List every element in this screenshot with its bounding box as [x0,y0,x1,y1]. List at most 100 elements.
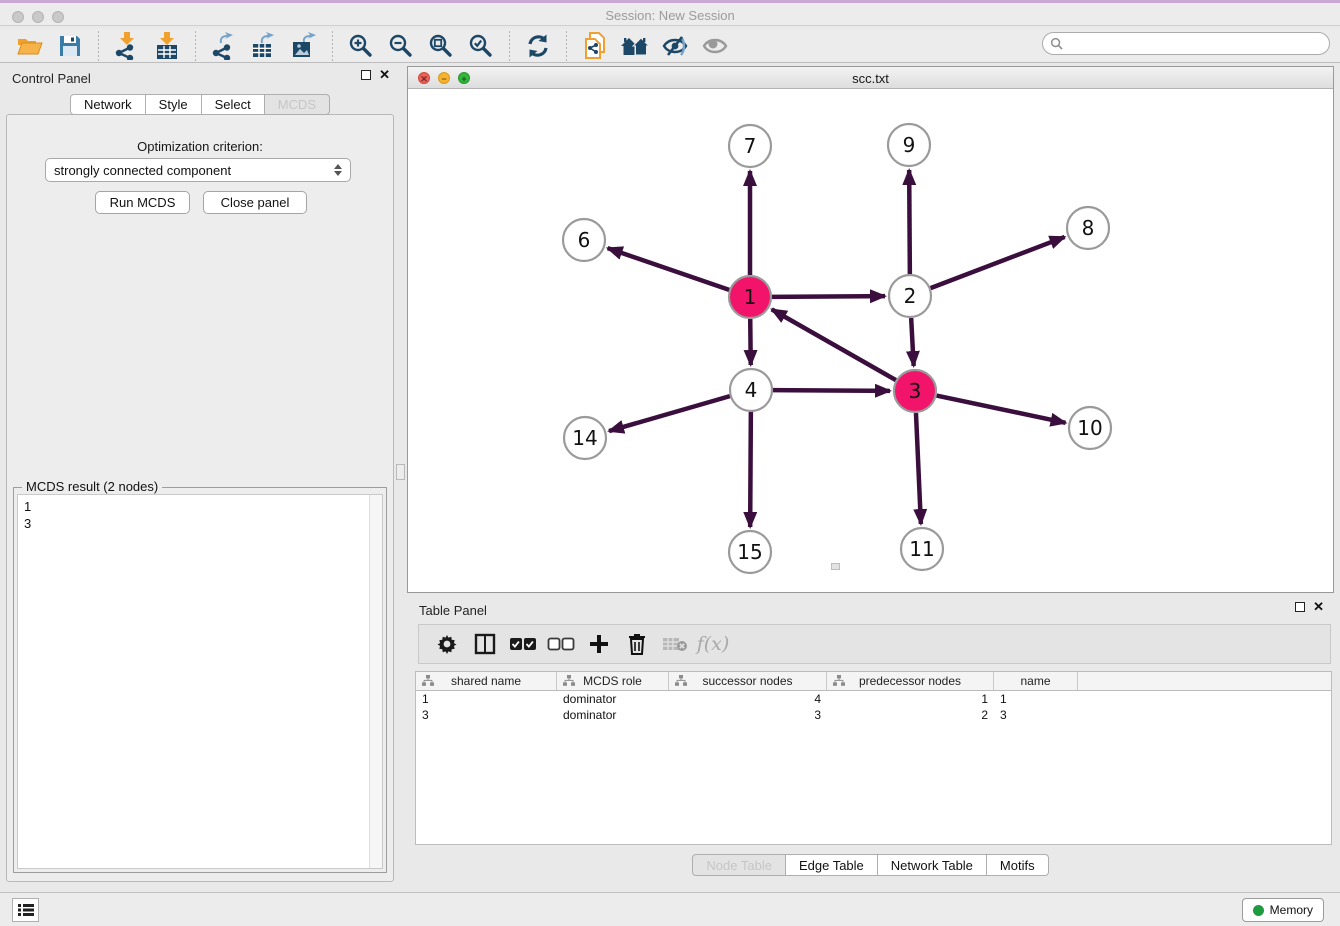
main-toolbar [0,29,1340,63]
hierarchy-icon [422,675,434,686]
table-cell[interactable]: dominator [557,691,669,707]
graph-edge-1-6[interactable] [608,248,730,290]
export-table-icon[interactable] [249,31,279,61]
import-network-icon[interactable] [112,31,142,61]
table-cell[interactable]: 1 [416,691,557,707]
table-tabs: Node Table Edge Table Network Table Moti… [407,854,1334,876]
gear-icon[interactable] [431,629,463,659]
select-all-checkboxes-icon[interactable] [507,629,539,659]
column-header-mcds-role[interactable]: MCDS role [557,672,669,690]
graph-edge-4-15[interactable] [750,412,751,527]
toolbar-separator [509,31,510,61]
column-header-shared-name[interactable]: shared name [416,672,557,690]
optimization-criterion-dropdown[interactable]: strongly connected component [45,158,351,182]
search-field[interactable] [1042,32,1330,55]
tab-network-table[interactable]: Network Table [878,854,987,876]
graph-node-label-15: 15 [737,540,762,564]
refresh-layout-icon[interactable] [523,31,553,61]
dropdown-stepper-icon [334,164,342,176]
column-header-predecessor-nodes[interactable]: predecessor nodes [827,672,994,690]
export-network-icon[interactable] [209,31,239,61]
column-header-name[interactable]: name [994,672,1078,690]
table-body[interactable]: 1dominator4113dominator323 [416,691,1331,723]
graph-edge-3-10[interactable] [937,396,1066,423]
open-session-icon[interactable] [15,31,45,61]
table-cell[interactable]: 3 [416,707,557,723]
task-list-icon [18,903,34,917]
graph-edge-3-1[interactable] [772,309,896,380]
graph-edge-2-8[interactable] [931,237,1065,288]
network-window-titlebar[interactable]: ✕ − + scc.txt [408,67,1333,89]
network-canvas[interactable]: 7968124314101511 [408,89,1333,592]
window-title: Session: New Session [0,8,1340,23]
zoom-out-icon[interactable] [386,31,416,61]
table-panel-close-icon[interactable]: ✕ [1313,602,1324,612]
control-panel-close-icon[interactable]: ✕ [379,70,390,80]
network-graph[interactable]: 7968124314101511 [408,89,1333,592]
mcds-result-box: MCDS result (2 nodes) 13 [13,487,387,873]
hierarchy-icon [833,675,845,686]
network-resize-grip[interactable] [831,563,840,570]
table-cell[interactable]: 3 [669,707,827,723]
show-graphics-details-icon[interactable] [700,31,730,61]
search-input[interactable] [1068,37,1318,51]
tab-select[interactable]: Select [202,94,265,115]
close-panel-button[interactable]: Close panel [203,191,307,214]
table-panel-float-icon[interactable] [1295,602,1305,612]
mcds-result-text[interactable]: 13 [17,494,383,869]
tab-motifs[interactable]: Motifs [987,854,1049,876]
graph-node-label-11: 11 [909,537,934,561]
table-cell[interactable]: 4 [669,691,827,707]
graph-edge-2-3[interactable] [911,318,914,366]
table-row[interactable]: 3dominator323 [416,707,1331,723]
graph-node-label-7: 7 [744,134,757,158]
control-panel-float-icon[interactable] [361,70,371,80]
save-session-icon[interactable] [55,31,85,61]
tab-network[interactable]: Network [70,94,146,115]
result-scrollbar[interactable] [369,495,382,868]
table-panel-title: Table Panel [419,603,487,618]
run-mcds-button[interactable]: Run MCDS [95,191,190,214]
graph-edge-3-11[interactable] [916,413,921,524]
memory-button[interactable]: Memory [1242,898,1324,922]
tab-style[interactable]: Style [146,94,202,115]
graph-node-label-8: 8 [1082,216,1095,240]
dropdown-selected-value: strongly connected component [54,163,334,178]
home-icon[interactable] [620,31,650,61]
node-table[interactable]: shared name MCDS role successor nodes pr… [415,671,1332,845]
status-bar: Memory [0,892,1340,926]
graph-edge-2-9[interactable] [909,170,910,274]
new-network-from-file-icon[interactable] [580,31,610,61]
import-table-icon[interactable] [152,31,182,61]
table-row[interactable]: 1dominator411 [416,691,1331,707]
graph-node-label-14: 14 [572,426,597,450]
add-row-icon[interactable] [583,629,615,659]
table-cell[interactable]: 3 [994,707,1078,723]
delete-row-icon[interactable] [621,629,653,659]
hide-graphics-details-icon[interactable] [660,31,690,61]
delete-table-icon[interactable] [659,629,691,659]
graph-edge-4-14[interactable] [609,396,730,431]
table-cell[interactable]: 2 [827,707,994,723]
panel-divider-handle[interactable] [396,464,405,480]
zoom-fit-icon[interactable] [426,31,456,61]
column-header-successor-nodes[interactable]: successor nodes [669,672,827,690]
graph-node-label-6: 6 [578,228,591,252]
graph-edge-4-3[interactable] [773,390,890,391]
tab-edge-table[interactable]: Edge Table [786,854,878,876]
export-image-icon[interactable] [289,31,319,61]
table-cell[interactable]: dominator [557,707,669,723]
table-cell[interactable]: 1 [994,691,1078,707]
toolbar-separator [195,31,196,61]
function-builder-icon[interactable]: f(x) [697,629,729,659]
tab-mcds[interactable]: MCDS [265,94,330,115]
split-view-icon[interactable] [469,629,501,659]
graph-edge-1-2[interactable] [772,296,885,297]
zoom-in-icon[interactable] [346,31,376,61]
tab-node-table[interactable]: Node Table [692,854,786,876]
zoom-selected-icon[interactable] [466,31,496,61]
table-cell[interactable]: 1 [827,691,994,707]
deselect-all-checkboxes-icon[interactable] [545,629,577,659]
search-icon [1050,37,1063,50]
task-history-button[interactable] [12,898,39,922]
